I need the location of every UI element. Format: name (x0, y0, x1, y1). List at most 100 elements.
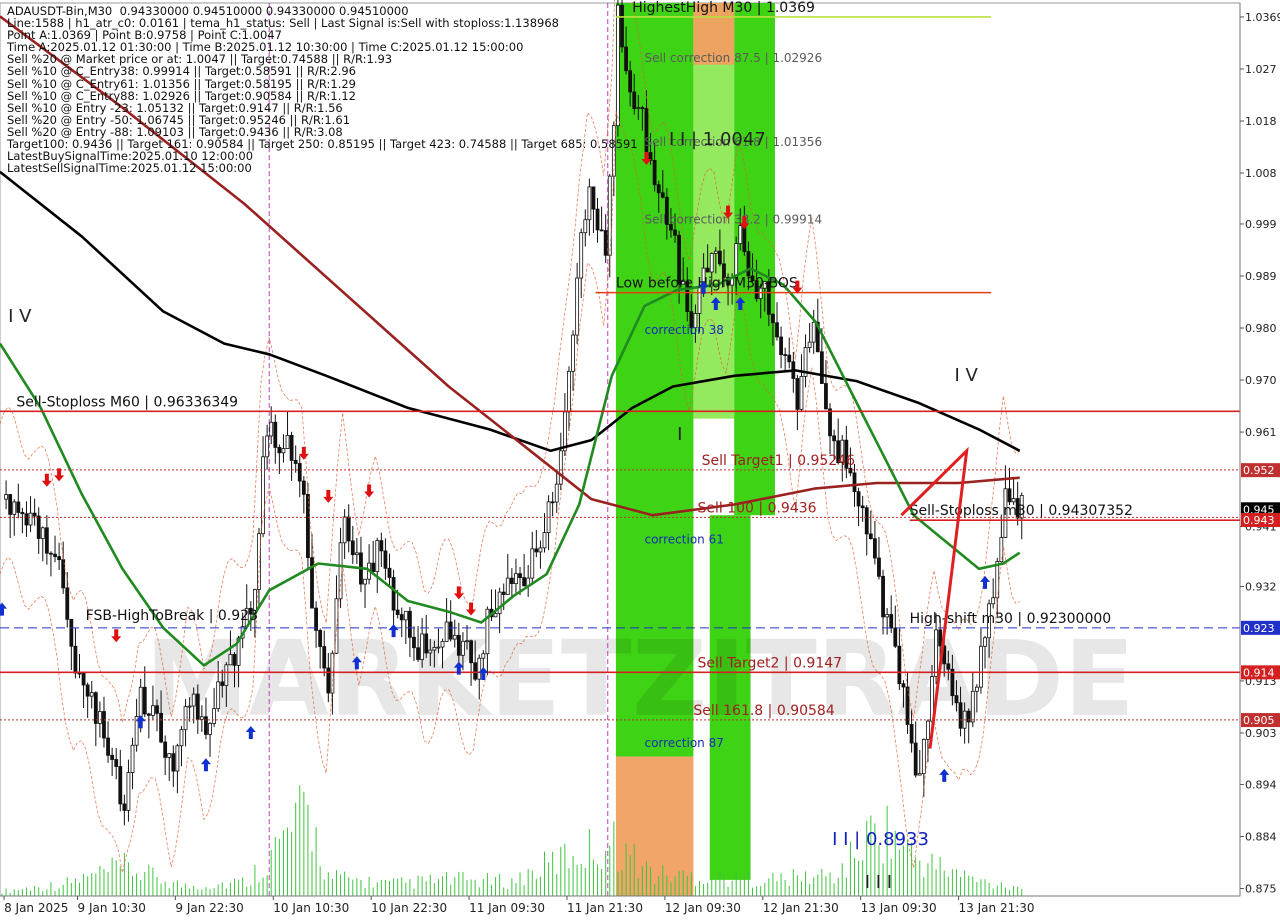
candle-body (456, 634, 461, 656)
candle-body (885, 614, 890, 618)
candle-body (636, 107, 641, 110)
wave-label-2: I (677, 424, 682, 445)
candle-body (864, 507, 869, 535)
candle-body (24, 513, 29, 526)
candle-body (224, 664, 229, 686)
candle-body (828, 408, 832, 437)
candle-body (130, 744, 135, 773)
wave-label-4: I I | 0.8933 (832, 829, 929, 850)
level-label-8: HighestHigh M30 | 1.0369 (632, 0, 815, 16)
candle-body (20, 512, 25, 515)
candle-body (974, 686, 979, 692)
candle-body (461, 640, 465, 656)
candle-body (93, 692, 98, 724)
candle-body (807, 341, 812, 348)
candle-body (110, 754, 115, 760)
candle-body (432, 646, 437, 651)
price-tick-label-7: 0.970 (1245, 374, 1277, 387)
candle-body (4, 494, 8, 500)
candle-body (868, 533, 873, 540)
candle-body (416, 647, 420, 660)
candle-body (395, 609, 400, 615)
wave-label-5: I I I (865, 872, 892, 893)
candle-body (628, 70, 633, 93)
price-marker-label-2: 0.943 (1243, 514, 1275, 527)
price-tick-label-5: 0.989 (1245, 270, 1277, 283)
candle-body (448, 621, 453, 640)
candle-body (950, 668, 955, 697)
candle-body (342, 516, 347, 544)
candle-body (819, 351, 824, 384)
price-tick-label-8: 0.961 (1245, 426, 1277, 439)
price-marker-label-4: 0.914 (1243, 666, 1275, 679)
candle-body (106, 737, 110, 756)
price-tick-label-12: 0.903 (1245, 727, 1277, 740)
candle-body (49, 552, 53, 555)
candle-body (652, 159, 657, 186)
candle-body (159, 712, 163, 743)
candle-body (501, 591, 506, 595)
candle-body (514, 573, 518, 585)
candle-body (171, 753, 176, 772)
time-tick-label-6: 11 Jan 21:30 (567, 901, 643, 915)
candle-body (318, 630, 323, 647)
candle-body (505, 577, 510, 595)
candle-body (151, 705, 155, 716)
candle-body (595, 208, 600, 231)
candle-body (363, 578, 367, 585)
wave-label-1: I I | 1.0047 (669, 129, 766, 150)
candle-body (591, 186, 596, 210)
candle-body (122, 803, 127, 811)
candle-body (391, 577, 396, 611)
candle-body (232, 654, 237, 666)
candle-body (656, 184, 661, 194)
candle-body (872, 538, 877, 559)
candle-body (632, 91, 637, 109)
candle-body (322, 646, 327, 669)
candle-body (285, 434, 290, 449)
candle-body (705, 267, 710, 273)
candle-body (257, 533, 261, 590)
candle-body (893, 627, 898, 647)
candle-body (889, 614, 894, 629)
candle-body (167, 753, 172, 758)
time-tick-label-8: 12 Jan 21:30 (763, 901, 839, 915)
candle-body (436, 646, 441, 649)
candle-body (538, 547, 543, 553)
candle-body (860, 505, 865, 509)
candle-body (350, 540, 355, 556)
candle-body (265, 435, 270, 458)
candle-body (179, 729, 184, 747)
candle-body (771, 313, 775, 324)
candle-body (85, 684, 90, 697)
candle-body (734, 243, 739, 279)
candle-body (297, 463, 302, 482)
wave-label-0: I V (8, 306, 32, 327)
candle-body (958, 702, 963, 729)
candle-body (603, 230, 608, 256)
candle-body (40, 527, 45, 539)
level-label-1: Sell-Stoploss m30 | 0.94307352 (910, 503, 1133, 519)
candle-body (877, 557, 881, 577)
candle-body (881, 575, 885, 618)
candle-body (473, 662, 478, 680)
candle-body (465, 640, 469, 643)
fib-label-0: Sell correction 87.5 | 1.02926 (644, 51, 822, 65)
candle-body (387, 567, 392, 578)
candle-body (856, 491, 861, 507)
price-tick-label-0: 1.0369 (1245, 11, 1280, 24)
candle-body (848, 467, 853, 474)
price-tick-label-13: 0.894 (1245, 778, 1277, 791)
candle-body (575, 277, 580, 336)
zone-band-5 (615, 756, 694, 896)
candle-body (938, 629, 943, 647)
candle-body (587, 186, 592, 221)
candle-body (571, 334, 575, 372)
candle-body (746, 251, 751, 277)
candle-body (795, 378, 800, 410)
candle-body (946, 663, 951, 670)
time-tick-label-1: 9 Jan 10:30 (78, 901, 146, 915)
candle-body (138, 686, 143, 717)
candle-body (713, 250, 718, 254)
price-tick-label-14: 0.884 (1245, 830, 1277, 843)
